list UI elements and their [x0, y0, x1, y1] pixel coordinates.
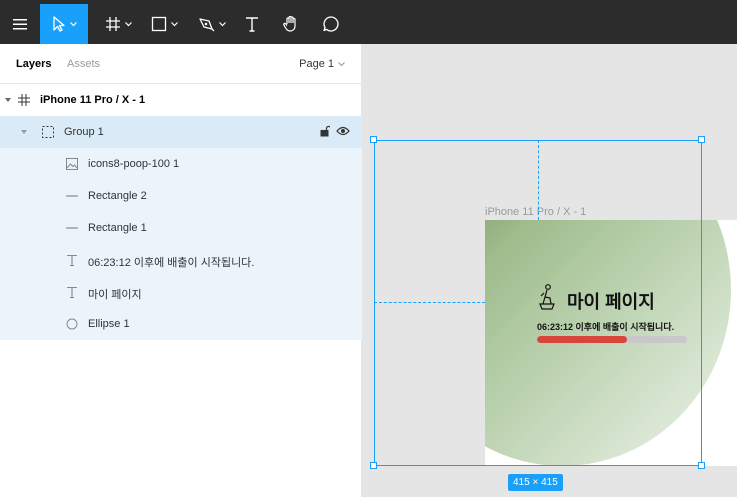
layer-row-rectangle[interactable]: Rectangle 1: [0, 212, 362, 244]
line-icon: [64, 220, 80, 236]
pen-icon: [199, 18, 215, 32]
text-tool-button[interactable]: [238, 4, 266, 44]
layer-row-text[interactable]: 마이 페이지: [0, 276, 362, 308]
layer-label: 06:23:12 이후에 배출이 시작됩니다.: [88, 257, 255, 269]
layer-label: 마이 페이지: [88, 289, 142, 301]
rectangle-icon: [151, 16, 166, 32]
page-selector[interactable]: Page 1: [299, 58, 345, 70]
chevron-down-icon: [124, 21, 132, 26]
layer-row-image[interactable]: icons8-poop-100 1: [0, 148, 362, 180]
frame-tool-button[interactable]: [98, 4, 138, 44]
image-icon: [64, 156, 80, 172]
resize-handle-bottom-left[interactable]: [370, 462, 377, 469]
main-menu-button[interactable]: [0, 4, 40, 44]
resize-handle-top-left[interactable]: [370, 136, 377, 143]
layer-label: Group 1: [64, 126, 104, 138]
resize-handle-bottom-right[interactable]: [698, 462, 705, 469]
layer-row-text[interactable]: 06:23:12 이후에 배출이 시작됩니다.: [0, 244, 362, 276]
layer-label: iPhone 11 Pro / X - 1: [40, 94, 146, 106]
line-icon: [64, 188, 80, 204]
toolbar: [0, 0, 737, 44]
hamburger-icon: [13, 19, 27, 30]
hand-icon: [283, 15, 296, 32]
text-icon: [64, 252, 80, 268]
chevron-down-icon: [170, 21, 178, 26]
layer-label: icons8-poop-100 1: [88, 158, 180, 170]
frame-hash-icon: [16, 92, 32, 108]
design-canvas[interactable]: iPhone 11 Pro / X - 1 마이 페이지 06:23:12 이후…: [362, 44, 737, 497]
page-selector-label: Page 1: [299, 58, 334, 70]
layer-row-rectangle[interactable]: Rectangle 2: [0, 180, 362, 212]
layer-row-group[interactable]: Group 1: [0, 116, 362, 148]
pen-tool-button[interactable]: [192, 4, 232, 44]
ellipse-icon: [64, 316, 80, 332]
layer-row-tools: [320, 125, 350, 137]
selection-box[interactable]: [374, 140, 702, 466]
shape-tool-button[interactable]: [144, 4, 184, 44]
unlock-icon[interactable]: [320, 125, 330, 137]
move-tool-button[interactable]: [40, 4, 88, 44]
text-icon: [246, 17, 258, 32]
layers-panel: Layers Assets Page 1 iPhone 11 Pro / X -…: [0, 44, 362, 497]
comment-tool-button[interactable]: [316, 4, 346, 44]
chevron-down-icon: [69, 21, 77, 26]
layer-label: Rectangle 2: [88, 190, 147, 202]
tab-layers[interactable]: Layers: [16, 58, 51, 70]
chevron-down-icon: [338, 61, 345, 66]
panel-tabs: Layers Assets Page 1: [0, 44, 361, 84]
expand-arrow-icon[interactable]: [4, 96, 12, 104]
move-cursor-icon: [52, 16, 65, 32]
resize-handle-top-right[interactable]: [698, 136, 705, 143]
chevron-down-icon: [219, 21, 226, 26]
text-icon: [64, 284, 80, 300]
frame-hash-icon: [105, 17, 120, 31]
hand-tool-button[interactable]: [276, 4, 306, 44]
layer-label: Rectangle 1: [88, 222, 147, 234]
layer-row-frame[interactable]: iPhone 11 Pro / X - 1: [0, 84, 362, 116]
comment-bubble-icon: [323, 16, 339, 32]
layer-label: Ellipse 1: [88, 318, 130, 330]
eye-icon[interactable]: [336, 125, 350, 137]
tab-assets[interactable]: Assets: [67, 58, 100, 70]
group-dashed-icon: [40, 124, 56, 140]
expand-arrow-icon[interactable]: [20, 128, 28, 136]
size-badge: 415 × 415: [508, 474, 563, 491]
layer-row-ellipse[interactable]: Ellipse 1: [0, 308, 362, 340]
